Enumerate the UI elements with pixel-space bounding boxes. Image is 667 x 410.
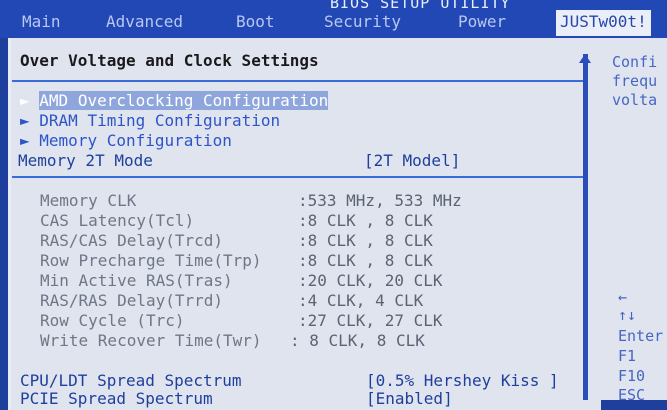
info-value: :20 CLK, 20 CLK: [298, 271, 443, 290]
key-left-arrow-icon: ←: [618, 288, 628, 306]
title-divider: [12, 80, 584, 82]
info-value: : 8 CLK, 8 CLK: [290, 331, 425, 350]
menu-power[interactable]: Power: [458, 12, 506, 31]
info-label: Min Active RAS(Tras): [40, 271, 233, 290]
info-label: Write Recover Time(Twr): [40, 331, 262, 350]
info-value: :533 MHz, 533 MHz: [298, 191, 462, 210]
info-label: RAS/CAS Delay(Trcd): [40, 231, 224, 250]
info-label: CAS Latency(Tcl): [40, 211, 195, 230]
info-value: :4 CLK, 4 CLK: [298, 291, 424, 310]
help-text-line: frequ: [612, 72, 658, 90]
cpu-ldt-spread-label[interactable]: CPU/LDT Spread Spectrum: [20, 371, 242, 390]
cpu-ldt-spread-value[interactable]: [0.5% Hershey Kiss ]: [366, 371, 559, 390]
panel-title: Over Voltage and Clock Settings: [20, 51, 319, 70]
info-label: RAS/RAS Delay(Trrd): [40, 291, 224, 310]
submenu-amd-overclocking[interactable]: ► AMD Overclocking Configuration: [20, 91, 329, 110]
submenu-label: AMD Overclocking Configuration: [39, 91, 329, 110]
section-divider: [12, 176, 584, 178]
key-up-down-arrow-icon: ↑↓: [618, 306, 637, 324]
info-label: Row Cycle (Trc): [40, 311, 185, 330]
scrollbar[interactable]: [583, 54, 588, 400]
memory-2t-value[interactable]: [2T Model]: [364, 151, 460, 170]
help-text-line: volta: [612, 91, 658, 109]
menu-security[interactable]: Security: [324, 12, 401, 31]
top-bar: BIOS SETUP UTILITY Main Advanced Boot Se…: [0, 0, 667, 38]
key-f1: F1: [618, 347, 637, 365]
info-value: :8 CLK , 8 CLK: [298, 231, 433, 250]
menu-bar: Main Advanced Boot Security Power JUSTw0…: [0, 10, 667, 36]
key-esc: ESC: [618, 386, 646, 404]
submenu-dram-timing[interactable]: ► DRAM Timing Configuration: [20, 111, 280, 130]
info-value: :8 CLK , 8 CLK: [298, 251, 433, 270]
submenu-arrow-icon: ►: [20, 111, 30, 130]
info-value: :27 CLK, 27 CLK: [298, 311, 443, 330]
pcie-spread-value[interactable]: [Enabled]: [366, 389, 453, 408]
info-label: Memory CLK: [40, 191, 137, 210]
submenu-memory-config[interactable]: ► Memory Configuration: [20, 131, 232, 150]
info-value: :8 CLK , 8 CLK: [298, 211, 433, 230]
submenu-arrow-icon: ►: [20, 131, 30, 150]
pcie-spread-label[interactable]: PCIE Spread Spectrum: [20, 389, 213, 408]
key-f10: F10: [618, 367, 646, 385]
menu-boot[interactable]: Boot: [236, 12, 275, 31]
menu-justw00t[interactable]: JUSTw00t!: [556, 10, 651, 36]
menu-advanced[interactable]: Advanced: [106, 12, 183, 31]
submenu-label: DRAM Timing Configuration: [39, 111, 281, 130]
submenu-label: Memory Configuration: [39, 131, 232, 150]
info-label: Row Precharge Time(Trp): [40, 251, 262, 270]
submenu-arrow-icon: ►: [20, 91, 30, 110]
menu-main[interactable]: Main: [22, 12, 61, 31]
memory-2t-label[interactable]: Memory 2T Mode: [18, 151, 153, 170]
help-text-line: Confi: [612, 53, 658, 71]
key-enter: Enter: [618, 327, 664, 345]
